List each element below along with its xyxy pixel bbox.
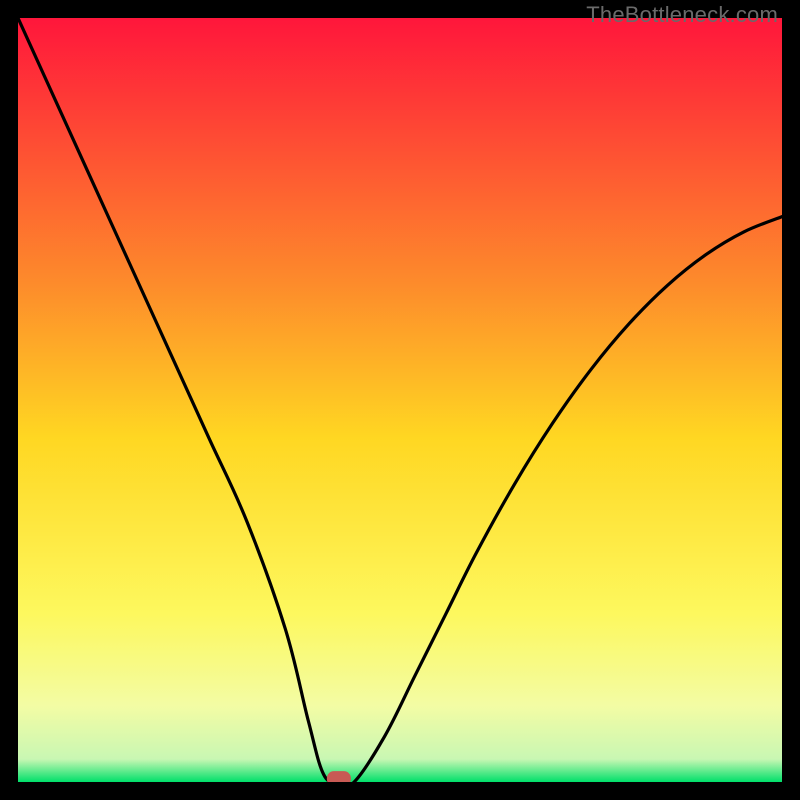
gradient-background (18, 18, 782, 782)
watermark-text: TheBottleneck.com (586, 2, 778, 28)
chart-plot-area (18, 18, 782, 782)
bottleneck-chart (18, 18, 782, 782)
optimum-marker (327, 771, 351, 782)
